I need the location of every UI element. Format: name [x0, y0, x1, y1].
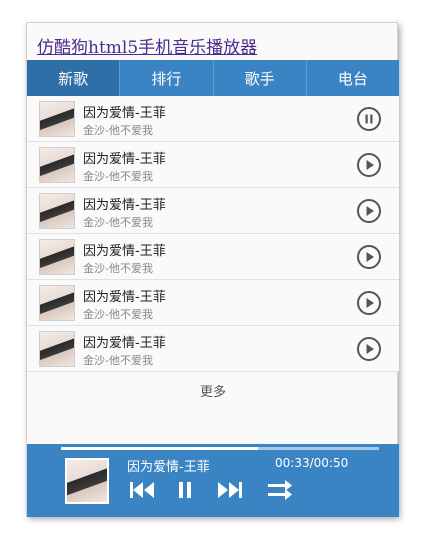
now-playing-cover	[65, 458, 109, 504]
previous-button[interactable]	[127, 478, 157, 506]
album-thumbnail	[39, 285, 75, 321]
tab-singers[interactable]: 歌手	[214, 60, 307, 96]
song-row[interactable]: 因为爱情-王菲 金沙-他不爱我	[27, 96, 399, 142]
next-icon	[218, 482, 242, 498]
play-mode-button[interactable]	[265, 478, 295, 506]
song-title: 因为爱情-王菲	[83, 290, 166, 305]
play-icon	[366, 206, 374, 216]
pause-main-button[interactable]	[173, 478, 197, 506]
pause-icon	[179, 482, 191, 498]
play-button[interactable]	[357, 337, 381, 361]
next-button[interactable]	[215, 478, 245, 506]
tab-new-songs[interactable]: 新歌	[27, 60, 121, 96]
album-thumbnail	[39, 239, 75, 275]
song-title: 因为爱情-王菲	[83, 198, 166, 213]
play-button[interactable]	[357, 153, 381, 177]
album-thumbnail	[39, 193, 75, 229]
song-title: 因为爱情-王菲	[83, 244, 166, 259]
song-row[interactable]: 因为爱情-王菲 金沙-他不爱我	[27, 188, 399, 234]
song-row[interactable]: 因为爱情-王菲 金沙-他不爱我	[27, 234, 399, 280]
play-icon	[366, 252, 374, 262]
song-row[interactable]: 因为爱情-王菲 金沙-他不爱我	[27, 326, 399, 372]
previous-icon	[130, 482, 154, 498]
play-icon	[366, 298, 374, 308]
song-album: 金沙-他不爱我	[83, 170, 153, 183]
app-title[interactable]: 仿酷狗html5手机音乐播放器	[37, 33, 257, 58]
song-album: 金沙-他不爱我	[83, 216, 153, 229]
shuffle-icon	[268, 480, 292, 500]
pause-icon	[365, 114, 373, 124]
play-button[interactable]	[357, 199, 381, 223]
now-playing-bar: 因为爱情-王菲 00:33/00:50	[27, 444, 399, 517]
play-icon	[366, 344, 374, 354]
song-row[interactable]: 因为爱情-王菲 金沙-他不爱我	[27, 142, 399, 188]
song-row[interactable]: 因为爱情-王菲 金沙-他不爱我	[27, 280, 399, 326]
song-album: 金沙-他不爱我	[83, 308, 153, 321]
album-thumbnail	[39, 147, 75, 183]
song-album: 金沙-他不爱我	[83, 262, 153, 275]
play-button[interactable]	[357, 245, 381, 269]
play-icon	[366, 160, 374, 170]
song-album: 金沙-他不爱我	[83, 354, 153, 367]
tab-bar: 新歌 排行 歌手 电台	[27, 60, 399, 96]
album-thumbnail	[39, 101, 75, 137]
album-thumbnail	[39, 331, 75, 367]
play-button[interactable]	[357, 291, 381, 315]
now-playing-time: 00:33/00:50	[275, 456, 349, 470]
music-player-app: 仿酷狗html5手机音乐播放器 新歌 排行 歌手 电台 因为爱情-王菲 金沙-他…	[26, 22, 399, 517]
pause-button[interactable]	[357, 107, 381, 131]
now-playing-title: 因为爱情-王菲	[127, 460, 210, 475]
song-title: 因为爱情-王菲	[83, 106, 166, 121]
progress-fill	[61, 447, 259, 450]
progress-bar[interactable]	[61, 447, 379, 450]
song-title: 因为爱情-王菲	[83, 152, 166, 167]
song-list: 因为爱情-王菲 金沙-他不爱我 因为爱情-王菲 金沙-他不爱我 因为爱情-王菲	[27, 96, 399, 372]
load-more-button[interactable]: 更多	[27, 375, 399, 411]
song-title: 因为爱情-王菲	[83, 336, 166, 351]
song-album: 金沙-他不爱我	[83, 124, 153, 137]
tab-charts[interactable]: 排行	[120, 60, 214, 96]
tab-radio[interactable]: 电台	[307, 60, 399, 96]
